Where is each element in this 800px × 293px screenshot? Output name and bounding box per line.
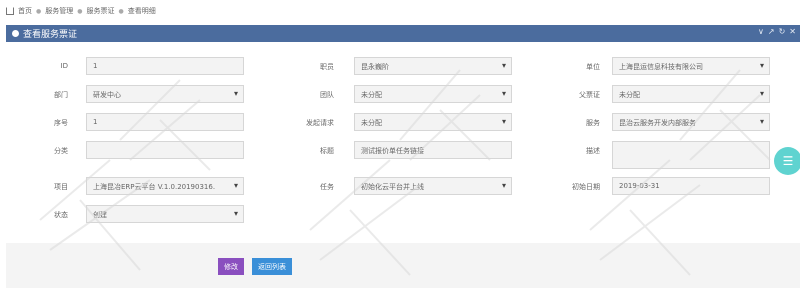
- back-to-list-button[interactable]: 返回列表: [252, 258, 292, 275]
- team-select[interactable]: 未分配: [354, 85, 512, 103]
- form-row: 分类 标题 测试报价单任务链接 描述: [6, 141, 800, 169]
- company-select[interactable]: 上海昆运信息科技有限公司: [612, 57, 770, 75]
- sequence-label: 序号: [54, 119, 68, 127]
- service-label: 服务: [586, 119, 600, 127]
- description-label: 描述: [586, 147, 600, 155]
- department-label: 部门: [54, 91, 68, 99]
- task-select[interactable]: 初始化云平台并上线: [354, 177, 512, 195]
- refresh-icon[interactable]: ↻: [779, 27, 786, 36]
- breadcrumb-tickets[interactable]: 服务票证: [87, 6, 115, 16]
- form-row: 序号 1 发起请求 未分配 服务 昆治云服务开发内部服务: [6, 113, 800, 133]
- status-select[interactable]: 创建: [86, 205, 244, 223]
- form-row: 部门 研发中心 团队 未分配 父票证 未分配: [6, 85, 800, 105]
- form-row: 项目 上海昆冶ERP云平台 V.1.0.20190316. 任务 初始化云平台并…: [6, 177, 800, 197]
- employee-select[interactable]: 昆永巍阶: [354, 57, 512, 75]
- status-label: 状态: [54, 211, 68, 219]
- breadcrumb-service-mgmt[interactable]: 服务管理: [45, 6, 73, 16]
- panel-tools: ∨ ↗ ↻ ✕: [758, 27, 796, 36]
- sequence-field: 1: [86, 113, 244, 131]
- subject-field: 测试报价单任务链接: [354, 141, 512, 159]
- project-select[interactable]: 上海昆冶ERP云平台 V.1.0.20190316.: [86, 177, 244, 195]
- task-label: 任务: [320, 183, 334, 191]
- collapse-icon[interactable]: ∨: [758, 27, 764, 36]
- start-date-field: 2019-03-31: [612, 177, 770, 195]
- category-field: [86, 141, 244, 159]
- start-date-label: 初始日期: [572, 183, 600, 191]
- subject-label: 标题: [320, 147, 334, 155]
- panel-header: 查看服务票证 ∨ ↗ ↻ ✕: [6, 25, 800, 42]
- form-row: 状态 创建: [6, 205, 800, 225]
- breadcrumb-separator: ●: [118, 7, 124, 15]
- close-icon[interactable]: ✕: [789, 27, 796, 36]
- project-label: 项目: [54, 183, 68, 191]
- expand-icon[interactable]: ↗: [768, 27, 775, 36]
- form-footer: 修改 返回列表: [6, 243, 800, 288]
- menu-float-button[interactable]: ☰: [774, 147, 800, 175]
- category-label: 分类: [54, 147, 68, 155]
- company-label: 单位: [586, 63, 600, 71]
- edit-button[interactable]: 修改: [218, 258, 244, 275]
- form-row: ID 1 职员 昆永巍阶 单位 上海昆运信息科技有限公司: [6, 57, 800, 77]
- parent-ticket-label: 父票证: [579, 91, 600, 99]
- description-field: [612, 141, 770, 169]
- breadcrumb-separator: ●: [77, 7, 83, 15]
- menu-icon: ☰: [782, 154, 794, 168]
- department-select[interactable]: 研发中心: [86, 85, 244, 103]
- ticket-form: ID 1 职员 昆永巍阶 单位 上海昆运信息科技有限公司 部门 研发中心 团队 …: [6, 42, 800, 243]
- id-field: 1: [86, 57, 244, 75]
- employee-label: 职员: [320, 63, 334, 71]
- service-select[interactable]: 昆治云服务开发内部服务: [612, 113, 770, 131]
- panel-title: 查看服务票证: [23, 30, 78, 40]
- breadcrumb-separator: ●: [36, 7, 42, 15]
- breadcrumb-current: 查看明细: [127, 7, 156, 15]
- request-label: 发起请求: [306, 119, 334, 127]
- info-icon: [12, 30, 19, 37]
- breadcrumb: 首页 ● 服务管理 ● 服务票证 ● 查看明细: [6, 5, 156, 17]
- breadcrumb-home[interactable]: 首页: [18, 6, 32, 16]
- request-select[interactable]: 未分配: [354, 113, 512, 131]
- home-icon[interactable]: [6, 7, 14, 15]
- team-label: 团队: [320, 91, 334, 99]
- id-label: ID: [60, 62, 68, 70]
- parent-ticket-select[interactable]: 未分配: [612, 85, 770, 103]
